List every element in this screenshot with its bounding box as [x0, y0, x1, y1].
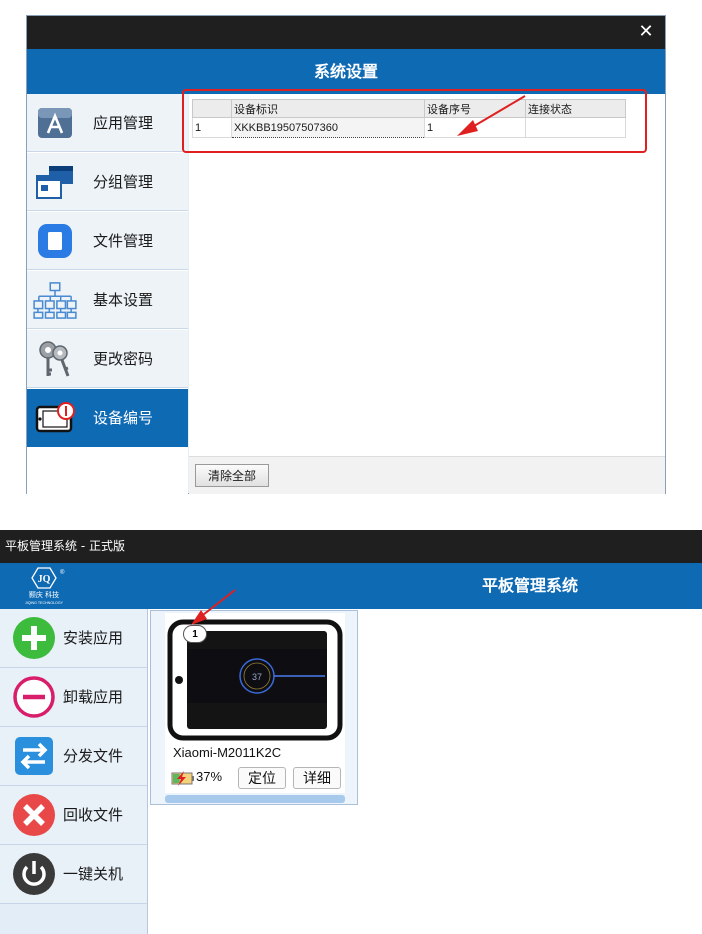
sidebar-item-label: 回收文件 — [63, 806, 124, 824]
x-circle-icon — [13, 794, 55, 836]
sidebar-item-recall-files[interactable]: 回收文件 — [0, 786, 147, 845]
keys-icon — [39, 341, 70, 377]
window-titlebar: 平板管理系统 - 正式版 — [0, 530, 702, 563]
power-icon — [13, 853, 55, 895]
sidebar-item-label: 安装应用 — [63, 629, 124, 647]
sidebar-item-label: 分发文件 — [63, 747, 124, 765]
annotation-highlight-box — [182, 89, 647, 153]
logo-text: 颢庆 科技 — [29, 590, 59, 599]
logo-subtext: JIQING TECHNOLOGY — [25, 601, 64, 605]
plus-circle-icon — [13, 617, 55, 659]
main-sidebar: 安装应用 卸载应用 分发文件 回收文件 一键关机 — [0, 609, 148, 934]
sidebar-item-shutdown-all[interactable]: 一键关机 — [0, 845, 147, 904]
group-windows-icon — [36, 166, 73, 199]
card-scrollbar[interactable] — [165, 795, 345, 803]
sidebar-item-label: 更改密码 — [93, 350, 154, 368]
app-store-icon — [38, 108, 72, 138]
sidebar-item-group-management[interactable]: 分组管理 — [27, 153, 188, 211]
sidebar-item-label: 设备编号 — [93, 409, 154, 427]
sidebar-item-label: 基本设置 — [93, 291, 154, 309]
app-header: JQ ® 颢庆 科技 JIQING TECHNOLOGY 平板管理系统 — [0, 563, 702, 609]
sidebar-item-change-password[interactable]: 更改密码 — [27, 330, 188, 388]
sidebar-item-device-number[interactable]: 设备编号 — [27, 389, 188, 447]
sidebar-item-basic-settings[interactable]: 基本设置 — [27, 271, 188, 329]
company-logo: JQ ® 颢庆 科技 JIQING TECHNOLOGY — [25, 567, 65, 605]
sidebar-item-label: 应用管理 — [93, 114, 154, 132]
sidebar-item-file-management[interactable]: 文件管理 — [27, 212, 188, 270]
file-icon — [38, 224, 72, 258]
dialog-titlebar: ✕ — [27, 16, 665, 49]
dialog-footer: 清除全部 — [189, 456, 665, 494]
sidebar-item-label: 文件管理 — [93, 232, 154, 250]
sidebar-item-install-app[interactable]: 安装应用 — [0, 609, 147, 668]
sidebar-item-app-management[interactable]: 应用管理 — [27, 94, 188, 152]
sidebar-item-uninstall-app[interactable]: 卸载应用 — [0, 668, 147, 727]
svg-text:®: ® — [60, 569, 65, 576]
logo-mark: JQ — [38, 574, 51, 585]
device-name: Xiaomi-M2011K2C — [173, 745, 282, 760]
sidebar-item-label: 分组管理 — [93, 173, 154, 191]
annotation-arrow-icon — [191, 589, 236, 625]
tablet-number-icon — [35, 402, 75, 433]
minus-circle-icon — [13, 676, 55, 718]
clear-all-button[interactable]: 清除全部 — [195, 464, 269, 487]
device-card[interactable]: 37 1 Xiaomi-M2011K2C 37% 定位 详细 — [150, 610, 358, 805]
settings-dialog: ✕ 系统设置 应用管理 分组管理 文件管理 基本设置 更改密码 设备编号 设备标… — [26, 15, 666, 494]
annotation-arrow-icon — [457, 95, 526, 136]
locate-button[interactable]: 定位 — [238, 767, 286, 789]
device-card-body: 37 1 Xiaomi-M2011K2C 37% 定位 详细 — [165, 613, 345, 793]
close-icon[interactable]: ✕ — [635, 20, 657, 44]
battery-charging-icon — [171, 771, 194, 786]
swap-arrows-icon — [15, 737, 53, 775]
sidebar-item-label: 一键关机 — [63, 865, 124, 883]
org-tree-icon — [33, 282, 77, 319]
settings-sidebar: 应用管理 分组管理 文件管理 基本设置 更改密码 设备编号 — [27, 94, 188, 494]
battery-percentage: 37% — [196, 769, 223, 784]
detail-button[interactable]: 详细 — [293, 767, 341, 789]
sidebar-item-distribute-files[interactable]: 分发文件 — [0, 727, 147, 786]
tablet-manager-window: 平板管理系统 - 正式版 JQ ® 颢庆 科技 JIQING TECHNOLOG… — [0, 530, 702, 934]
app-title: 平板管理系统 — [481, 576, 578, 595]
window-title: 平板管理系统 - 正式版 — [5, 539, 125, 553]
sidebar-item-label: 卸载应用 — [63, 688, 124, 706]
dialog-title: 系统设置 — [27, 49, 665, 94]
screen-battery-text: 37 — [252, 672, 262, 682]
